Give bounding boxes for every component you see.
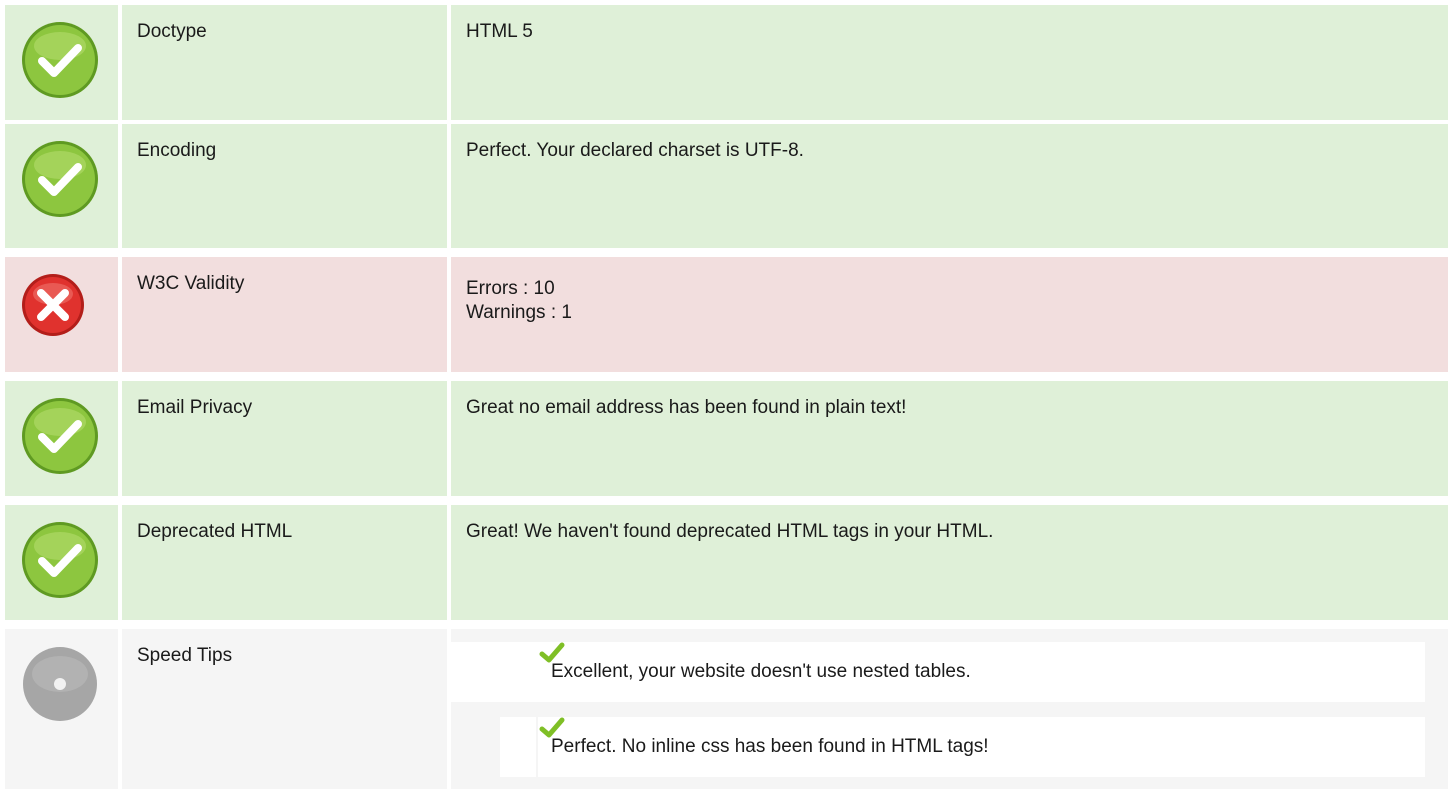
speed-tip-item: Perfect. No inline css has been found in… [451, 717, 1425, 777]
row-label: Encoding [137, 140, 217, 161]
row-value-cell: Great! We haven't found deprecated HTML … [451, 505, 1448, 620]
row-label: Email Privacy [137, 397, 253, 418]
row-value-cell: Errors : 10 Warnings : 1 [451, 257, 1448, 372]
speed-tip-item: Excellent, your website doesn't use nest… [451, 642, 1425, 702]
speed-tip-text: Excellent, your website doesn't use nest… [551, 661, 971, 682]
speed-tip-text: Perfect. No inline css has been found in… [551, 736, 989, 757]
status-cell [5, 257, 118, 372]
result-row-deprecated-html: Deprecated HTML Great! We haven't found … [5, 505, 1448, 620]
result-row-speed-tips: Speed Tips Excellent, your website doesn… [5, 629, 1448, 789]
speed-tip-icon-bg [500, 717, 536, 777]
row-label-cell: Deprecated HTML [122, 505, 447, 620]
row-value: HTML 5 [466, 21, 533, 42]
row-label-cell: Doctype [122, 5, 447, 120]
row-value-errors: Errors : 10 [466, 278, 555, 299]
row-label-cell: Speed Tips [122, 629, 447, 789]
result-row-doctype: Doctype HTML 5 [5, 5, 1448, 120]
result-row-w3c-validity: W3C Validity Errors : 10 Warnings : 1 [5, 257, 1448, 372]
status-cell [5, 5, 118, 120]
row-label-cell: W3C Validity [122, 257, 447, 372]
speed-tips-cell: Excellent, your website doesn't use nest… [451, 629, 1448, 789]
status-cell [5, 381, 118, 496]
result-row-encoding: Encoding Perfect. Your declared charset … [5, 124, 1448, 248]
check-circle-icon [22, 141, 98, 217]
status-cell [5, 629, 118, 789]
status-cell [5, 505, 118, 620]
row-value-cell: Great no email address has been found in… [451, 381, 1448, 496]
check-circle-icon [22, 22, 98, 98]
row-value: Great no email address has been found in… [466, 397, 907, 418]
row-label: W3C Validity [137, 273, 245, 294]
row-label-cell: Encoding [122, 124, 447, 248]
row-value: Great! We haven't found deprecated HTML … [466, 521, 994, 542]
result-row-email-privacy: Email Privacy Great no email address has… [5, 381, 1448, 496]
row-label-cell: Email Privacy [122, 381, 447, 496]
row-value: Perfect. Your declared charset is UTF-8. [466, 140, 804, 161]
check-circle-icon [22, 522, 98, 598]
row-value-cell: HTML 5 [451, 5, 1448, 120]
check-circle-icon [22, 398, 98, 474]
row-label: Speed Tips [137, 645, 233, 666]
error-circle-icon [22, 274, 84, 336]
row-label: Doctype [137, 21, 207, 42]
row-label: Deprecated HTML [137, 521, 293, 542]
status-cell [5, 124, 118, 248]
row-value-warnings: Warnings : 1 [466, 302, 572, 323]
info-circle-icon [23, 647, 97, 721]
row-value-cell: Perfect. Your declared charset is UTF-8. [451, 124, 1448, 248]
